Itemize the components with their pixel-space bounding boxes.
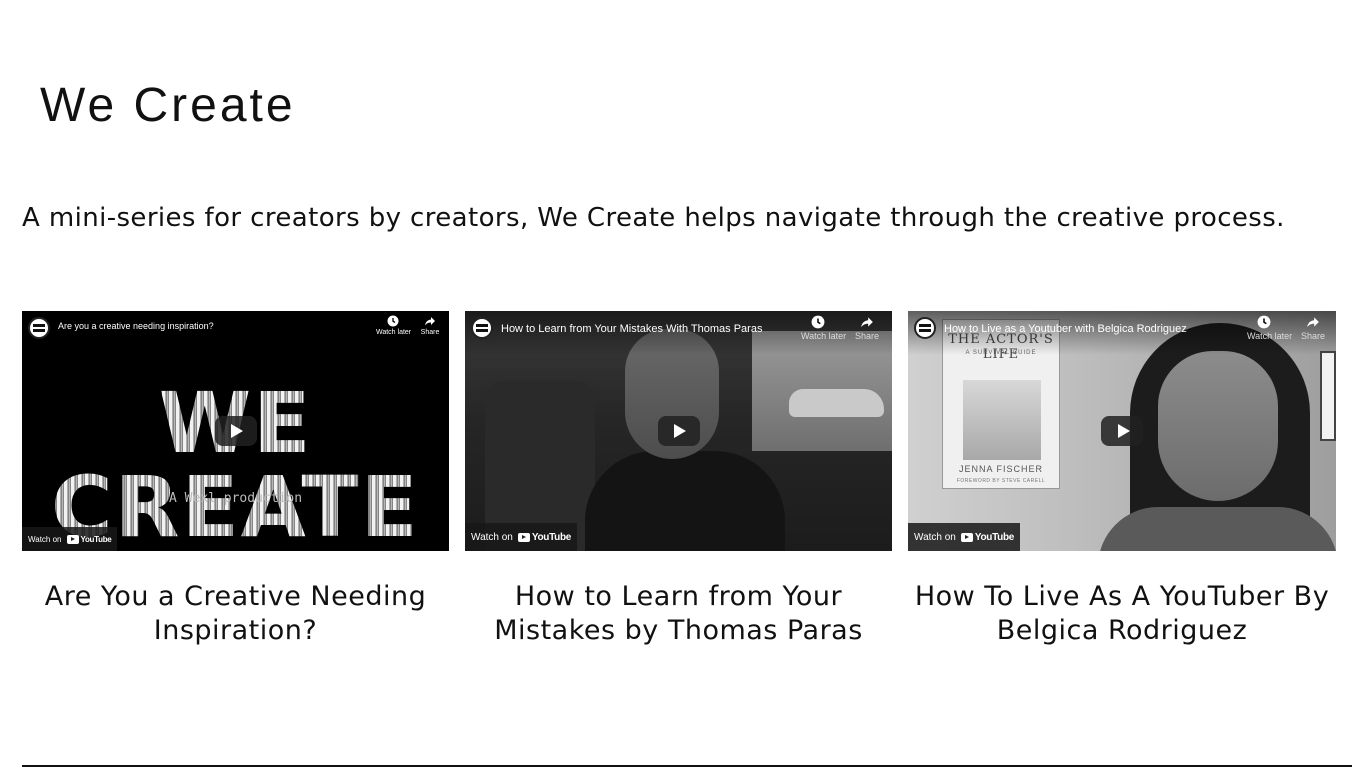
watch-on-youtube-button[interactable]: Watch on YouTube [908, 523, 1021, 551]
watch-later-label: Watch later [1247, 331, 1293, 341]
clock-icon [811, 315, 825, 329]
watch-later-button[interactable]: Watch later [1247, 315, 1293, 341]
poster-foreword: FOREWORD BY STEVE CARELL [956, 478, 1046, 484]
clock-icon [387, 315, 399, 327]
video-thumbnail-face [1158, 351, 1278, 501]
youtube-label: YouTube [974, 531, 1015, 543]
watch-on-label: Watch on [471, 531, 513, 543]
video-player-title[interactable]: How to Learn from Your Mistakes With Tho… [501, 323, 762, 335]
share-label: Share [420, 329, 440, 336]
video-thumbnail-car [789, 389, 884, 417]
play-icon [1117, 424, 1130, 438]
video-grid: WE CREATE A Wexl production Are you a cr… [22, 311, 1336, 551]
youtube-logo: YouTube [517, 531, 572, 543]
video-art-subtitle: A Wexl production [168, 491, 303, 506]
share-button[interactable]: Share [413, 315, 447, 336]
play-button[interactable] [214, 416, 257, 446]
channel-logo-icon[interactable] [471, 317, 493, 339]
video-caption-2: How to Learn from Your Mistakes by Thoma… [494, 581, 863, 646]
play-button[interactable] [1101, 416, 1143, 446]
watch-on-label: Watch on [28, 534, 62, 544]
video-player-2[interactable]: How to Learn from Your Mistakes With Tho… [465, 311, 892, 551]
watch-later-label: Watch later [376, 329, 412, 336]
youtube-icon [66, 534, 79, 544]
section-divider [22, 765, 1352, 767]
youtube-icon [517, 532, 530, 542]
section-title: We Create [40, 79, 296, 132]
youtube-logo: YouTube [66, 534, 112, 544]
youtube-icon [960, 532, 973, 542]
video-caption-3: How To Live As A YouTuber By Belgica Rod… [914, 581, 1330, 646]
video-thumbnail-body [1098, 507, 1336, 551]
page: We Create A mini-series for creators by … [0, 0, 1352, 768]
watch-on-youtube-button[interactable]: Watch on YouTube [22, 527, 118, 551]
poster-author: JENNA FISCHER [958, 464, 1043, 474]
video-player-3[interactable]: THE ACTOR'S LIFE A SURVIVAL GUIDE JENNA … [908, 311, 1336, 551]
share-arrow-icon [425, 317, 435, 326]
video-player-title[interactable]: Are you a creative needing inspiration? [58, 321, 214, 331]
share-button[interactable]: Share [1296, 315, 1330, 341]
share-label: Share [854, 331, 880, 341]
clock-icon [1257, 315, 1271, 329]
watch-on-youtube-button[interactable]: Watch on YouTube [465, 523, 578, 551]
youtube-label: YouTube [531, 531, 572, 543]
share-button[interactable]: Share [850, 315, 884, 341]
play-icon [674, 424, 686, 438]
video-player-1[interactable]: WE CREATE A Wexl production Are you a cr… [22, 311, 449, 551]
play-icon [231, 424, 243, 438]
wall-frame [1320, 351, 1336, 441]
youtube-logo: YouTube [960, 531, 1015, 543]
channel-logo-icon[interactable] [914, 317, 936, 339]
share-label: Share [1300, 331, 1326, 341]
video-caption-1: Are You a Creative Needing Inspiration? [44, 581, 427, 646]
watch-later-label: Watch later [801, 331, 847, 341]
play-button[interactable] [657, 416, 700, 446]
video-art-title: WE CREATE [22, 381, 449, 549]
watch-later-button[interactable]: Watch later [801, 315, 847, 341]
share-arrow-icon [1307, 317, 1319, 328]
share-arrow-icon [861, 317, 873, 328]
video-thumbnail-person [585, 451, 785, 551]
section-intro: A mini-series for creators by creators, … [22, 203, 1285, 233]
youtube-label: YouTube [80, 534, 112, 544]
watch-later-button[interactable]: Watch later [376, 315, 412, 336]
video-player-title[interactable]: How to Live as a Youtuber with Belgica R… [944, 323, 1187, 335]
channel-logo-icon[interactable] [28, 317, 50, 339]
poster-image [963, 380, 1041, 460]
watch-on-label: Watch on [914, 531, 956, 543]
